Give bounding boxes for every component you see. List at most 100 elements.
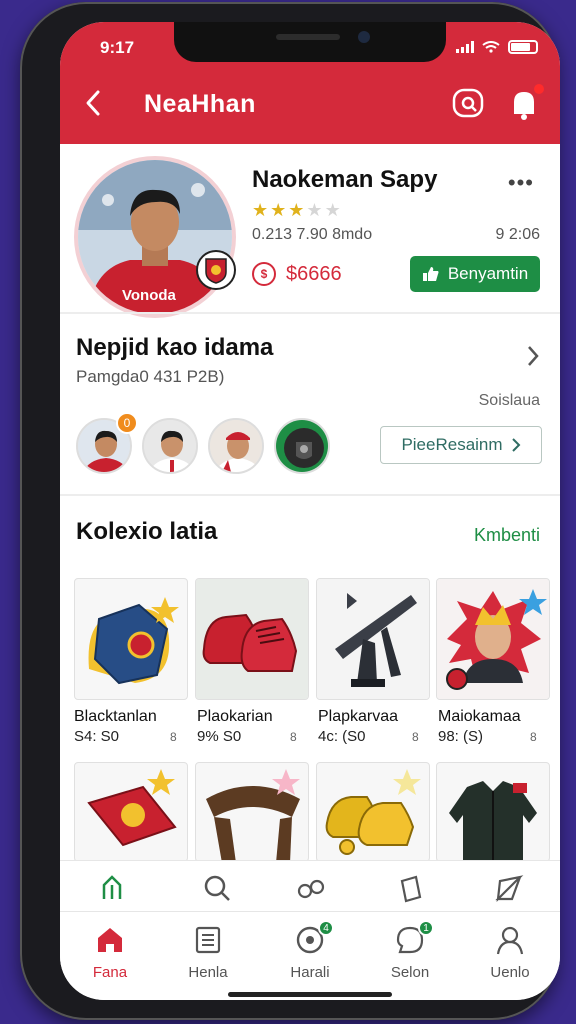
collection-title: Kolexio latia [76,518,218,545]
item-extra: 8 [290,730,297,744]
star-icon: ★ [252,200,269,220]
divider [60,494,560,496]
nav-item-home[interactable]: Fana [70,924,150,994]
boots-item-icon [196,579,308,699]
friends-title: Nepjid kao idama [76,334,274,361]
star-icon: ★ [306,200,323,220]
passport-item-icon [87,769,177,847]
nav-item-explore[interactable]: 4 Harali [270,920,350,994]
collection-item-card[interactable] [195,578,309,700]
notch [174,22,446,62]
item-name: Plaokarian [197,708,273,725]
jacket-item-icon [449,781,537,861]
more-options-button[interactable]: ••• [508,170,534,196]
home-icon [98,928,122,952]
jersey-text: Vonoda [122,287,177,304]
signal-icon [456,41,474,53]
collection-item-card[interactable] [436,762,550,862]
nav-item-list[interactable]: Henla [168,924,248,994]
coin-balance: $6666 [286,263,342,285]
chevron-right-icon [511,438,520,452]
item-price: S4: S0 [74,728,120,745]
status-time: 9:17 [100,38,135,57]
nav-label: Henla [188,964,228,981]
follow-label: Benyamtin [447,264,529,283]
battery-icon [508,40,538,54]
quick-action-row [60,860,560,912]
friends-subtitle: Pamgda0 431 P2B) [76,367,225,386]
collection-item-card[interactable] [74,578,188,700]
nav-label: Selon [390,964,430,981]
binoculars-icon[interactable] [296,873,326,903]
whistle-item-icon [88,597,179,685]
nav-label: Uenlo [490,964,530,981]
notification-badge [532,82,546,96]
cannon-item-icon [317,579,429,699]
item-name: Blacktanlan [74,708,157,725]
club-badge-icon [196,250,236,290]
document-icon[interactable] [396,873,426,903]
chat-bubble-button[interactable] [450,86,486,122]
friend-avatar[interactable] [208,418,264,474]
player-stats: 0.213 7.90 8mdo [252,226,373,243]
scarf-item-icon [206,769,300,861]
nav-label: Harali [290,964,330,981]
view-more-label: PieeResainm [401,435,503,454]
user-icon [496,926,524,955]
item-extra: 8 [530,730,537,744]
divider [60,312,560,314]
send-icon[interactable] [494,873,524,903]
list-icon [195,926,221,954]
friend-avatar[interactable] [142,418,198,474]
player-stat-time: 9 2:06 [495,226,540,243]
nav-label: Fana [92,964,128,981]
player-photo: Vonoda [78,160,232,314]
collection-item-card[interactable] [316,578,430,700]
wifi-icon [482,41,500,53]
profile-card: Vonoda Naokeman Sapy ••• ★ ★ ★ ★ ★ 0.213 7.9… [60,144,560,314]
trend-icon[interactable] [100,873,130,903]
gold-boots-item-icon [325,769,421,855]
coin-icon: $ [252,262,276,286]
item-name: Plapkarvaa [318,708,399,725]
thumbs-up-icon [422,267,439,281]
bottom-nav: Fana Henla 4 Harali 1 Selon Uenlo [60,914,560,1000]
nav-badge: 4 [318,920,334,936]
status-icons [456,40,538,54]
star-icon: ★ [324,200,341,220]
collection-item-card[interactable] [195,762,309,862]
back-button[interactable] [82,88,106,118]
nav-item-profile[interactable]: Uenlo [470,924,550,994]
friends-label: Soislaua [478,392,540,409]
follow-button[interactable]: Benyamtin [410,256,540,292]
screen: 9:17 NeaHhan Vonoda Naokeman Sapy ••• ★ … [60,22,560,1000]
nav-badge: 1 [418,920,434,936]
item-price: 4c: (S0 [318,728,366,745]
star-icon: ★ [288,200,305,220]
friend-badge: 0 [116,412,138,434]
bottom-area: Fana Henla 4 Harali 1 Selon Uenlo [60,860,560,1000]
notification-button[interactable] [506,82,546,122]
home-indicator [228,992,392,997]
item-name: Maiokamaa [438,708,521,725]
collection-item-card[interactable] [316,762,430,862]
item-price: 98: (S) [438,728,484,745]
character-item-icon [437,579,549,699]
collection-item-card[interactable] [436,578,550,700]
item-price: 9% S0 [197,728,242,745]
friend-avatar[interactable] [274,418,330,474]
view-more-button[interactable]: PieeResainm [380,426,542,464]
search-icon[interactable] [202,873,232,903]
phone-frame: 9:17 NeaHhan Vonoda Naokeman Sapy ••• ★ … [20,2,560,1020]
chevron-right-icon[interactable] [526,345,540,367]
nav-item-chat[interactable]: 1 Selon [370,920,450,994]
item-extra: 8 [412,730,419,744]
player-name: Naokeman Sapy [252,166,438,193]
avatar[interactable]: Vonoda [78,160,232,314]
collection-item-card[interactable] [74,762,188,862]
star-icon: ★ [270,200,287,220]
rating-stars: ★ ★ ★ ★ ★ [252,200,341,221]
item-extra: 8 [170,730,177,744]
app-title: NeaHhan [144,90,256,118]
collection-link[interactable]: Kmbenti [474,525,540,546]
